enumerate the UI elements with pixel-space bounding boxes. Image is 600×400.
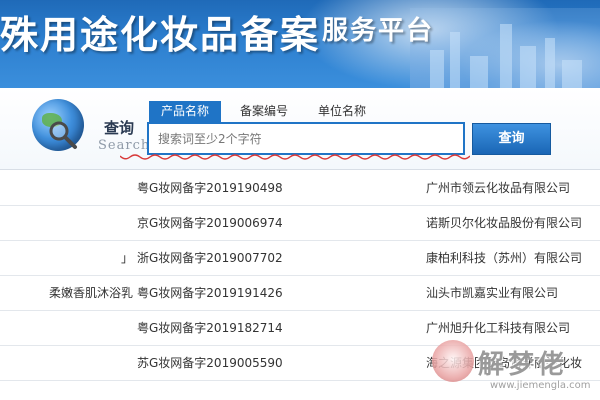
- tab-filing-number[interactable]: 备案编号: [229, 101, 299, 122]
- search-button[interactable]: 查询: [472, 123, 551, 155]
- company-name[interactable]: 汕头市凯嘉实业有限公司: [426, 276, 558, 311]
- tab-product-name[interactable]: 产品名称: [149, 101, 221, 122]
- table-row[interactable]: 京G妆网备字2019006974 诺斯贝尔化妆品股份有限公司: [0, 206, 600, 241]
- search-logo-sub: Search: [98, 138, 151, 153]
- filing-number[interactable]: 粤G妆网备字2019190498: [137, 171, 283, 206]
- company-name[interactable]: 诺斯贝尔化妆品股份有限公司: [426, 206, 582, 241]
- table-row[interactable]: 粤G妆网备字2019190498 广州市领云化妆品有限公司: [0, 171, 600, 206]
- search-input[interactable]: [149, 124, 463, 153]
- banner-title: 殊用途化妆品备案: [0, 12, 321, 57]
- table-row[interactable]: 粤G妆网备字2019182714 广州旭升化工科技有限公司: [0, 311, 600, 346]
- header-banner: 殊用途化妆品备案 服务平台: [0, 0, 600, 88]
- company-name[interactable]: 康柏利科技（苏州）有限公司: [426, 241, 582, 276]
- banner-subtitle: 服务平台: [322, 16, 435, 46]
- results-list: 粤G妆网备字2019190498 广州市领云化妆品有限公司 京G妆网备字2019…: [0, 171, 600, 381]
- search-box: [147, 122, 465, 155]
- company-name[interactable]: 海之源集团青岛海洋丽姿化妆: [426, 346, 582, 381]
- filing-number[interactable]: 苏G妆网备字2019005590: [137, 346, 283, 381]
- search-logo-label: 查询: [104, 119, 135, 137]
- tab-company-name[interactable]: 单位名称: [307, 101, 377, 122]
- filing-number[interactable]: 浙G妆网备字2019007702: [137, 241, 283, 276]
- spellcheck-underline: [120, 154, 470, 160]
- filing-number[interactable]: 京G妆网备字2019006974: [137, 206, 283, 241]
- product-name[interactable]: 柔嫩香肌沐浴乳: [0, 276, 133, 311]
- table-row[interactable]: 柔嫩香肌沐浴乳 粤G妆网备字2019191426 汕头市凯嘉实业有限公司: [0, 276, 600, 311]
- table-row[interactable]: 」 浙G妆网备字2019007702 康柏利科技（苏州）有限公司: [0, 241, 600, 276]
- company-name[interactable]: 广州市领云化妆品有限公司: [426, 171, 570, 206]
- magnifier-icon: [49, 121, 77, 149]
- watermark-url: www.jiemengla.com: [490, 380, 591, 391]
- city-skyline-graphic: [410, 8, 600, 88]
- filing-number[interactable]: 粤G妆网备字2019182714: [137, 311, 283, 346]
- search-panel: 查询 Search 产品名称 备案编号 单位名称 查询: [0, 88, 600, 170]
- filing-number[interactable]: 粤G妆网备字2019191426: [137, 276, 283, 311]
- product-name[interactable]: 」: [0, 241, 133, 276]
- table-row[interactable]: 苏G妆网备字2019005590 海之源集团青岛海洋丽姿化妆: [0, 346, 600, 381]
- company-name[interactable]: 广州旭升化工科技有限公司: [426, 311, 570, 346]
